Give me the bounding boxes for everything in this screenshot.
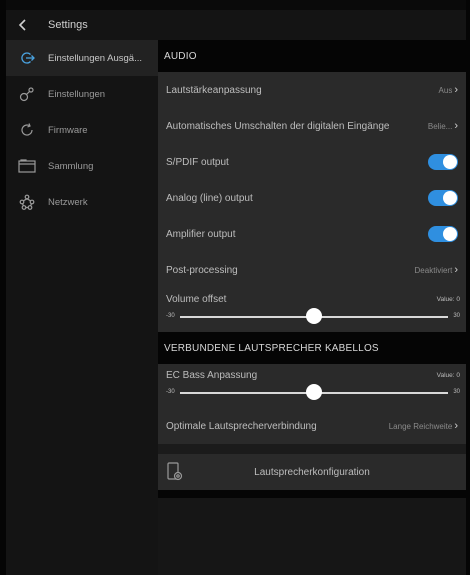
divider [158,490,466,498]
row-label: Amplifier output [166,228,236,240]
row-label: S/PDIF output [166,156,229,168]
ec-bass-slider-thumb[interactable] [306,384,322,400]
refresh-icon [18,121,36,139]
toggle-knob [443,227,457,241]
slider-value: Value: 0 [436,372,460,379]
slider-max: 30 [453,389,460,395]
toggle-knob [443,155,457,169]
analog-output-toggle[interactable] [428,190,458,206]
output-power-icon [18,49,36,67]
row-value: Lange Reichweite [388,421,453,431]
folder-icon [18,157,36,175]
slider-max: 30 [453,313,460,319]
chevron-right-icon: › [454,84,458,96]
slider-min: -30 [166,389,175,395]
sidebar-item-label: Sammlung [48,160,94,172]
status-bar [6,0,466,10]
sidebar-item-label: Netzwerk [48,196,88,208]
network-icon [18,193,36,211]
auto-switch-inputs-row[interactable]: Automatisches Umschalten der digitalen E… [158,108,466,144]
row-label: Automatisches Umschalten der digitalen E… [166,120,390,132]
page-title: Settings [48,19,88,31]
slider-value: Value: 0 [436,296,460,303]
ec-bass-slider-row: EC Bass Anpassung Value: 0 -30 30 [158,364,466,408]
section-header-audio: AUDIO [158,40,466,72]
row-value: Belie... [427,121,453,131]
post-processing-row[interactable]: Post-processing Deaktiviert › [158,252,466,288]
sidebar-item-collection[interactable]: Sammlung [6,148,158,184]
spacer [158,444,466,454]
speaker-config-button[interactable]: Lautsprecherkonfiguration [158,454,466,490]
chevron-left-icon[interactable] [12,14,34,36]
chevron-right-icon: › [454,120,458,132]
sidebar-item-network[interactable]: Netzwerk [6,184,158,220]
row-label: Lautstärkeanpassung [166,84,262,96]
analog-output-row: Analog (line) output [158,180,466,216]
toggle-knob [443,191,457,205]
spdif-output-row: S/PDIF output [158,144,466,180]
app-frame: Settings Einstellungen Ausgä... Einstell… [0,0,470,575]
settings-content: AUDIO Lautstärkeanpassung Aus › Automatis… [158,40,466,575]
section-header-wireless-speakers: VERBUNDENE LAUTSPRECHER KABELLOS [158,332,466,364]
amplifier-output-toggle[interactable] [428,226,458,242]
row-value: Aus [438,85,453,95]
sidebar-item-label: Einstellungen Ausgä... [48,52,143,64]
sidebar-item-settings[interactable]: Einstellungen [6,76,158,112]
slider-label: EC Bass Anpassung [166,370,258,381]
speaker-config-icon [166,462,184,482]
volume-offset-slider-thumb[interactable] [306,308,322,324]
row-label: Post-processing [166,264,238,276]
speaker-connection-row[interactable]: Optimale Lautsprecherverbindung Lange Re… [158,408,466,444]
spdif-output-toggle[interactable] [428,154,458,170]
chevron-right-icon: › [454,264,458,276]
slider-label: Volume offset [166,294,227,305]
row-label: Optimale Lautsprecherverbindung [166,420,317,432]
row-value: Deaktiviert [414,265,453,275]
sidebar-item-firmware[interactable]: Firmware [6,112,158,148]
sidebar: Einstellungen Ausgä... Einstellungen Fir… [6,40,158,575]
chevron-right-icon: › [454,420,458,432]
volume-offset-slider-row: Volume offset Value: 0 -30 30 [158,288,466,332]
volume-adjust-row[interactable]: Lautstärkeanpassung Aus › [158,72,466,108]
settings-nodes-icon [18,85,36,103]
speaker-config-label: Lautsprecherkonfiguration [254,466,370,478]
top-bar: Settings [6,10,466,40]
row-label: Analog (line) output [166,192,253,204]
sidebar-item-output-settings[interactable]: Einstellungen Ausgä... [6,40,158,76]
slider-min: -30 [166,313,175,319]
amplifier-output-row: Amplifier output [158,216,466,252]
sidebar-item-label: Einstellungen [48,88,106,100]
sidebar-item-label: Firmware [48,124,88,136]
